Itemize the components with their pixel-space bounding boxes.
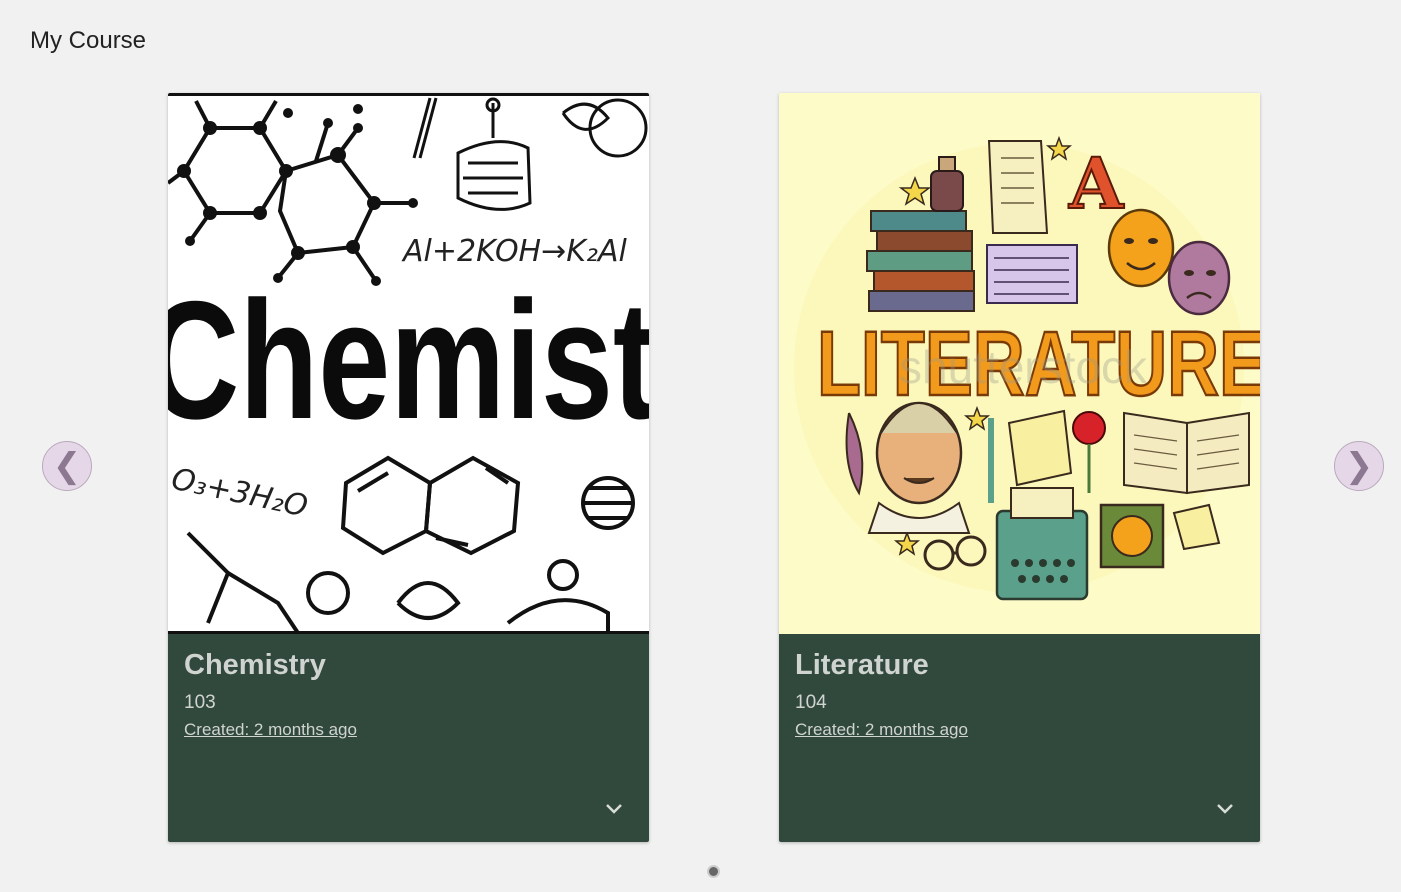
chevron-down-icon[interactable] (603, 802, 625, 816)
svg-text:A: A (1068, 142, 1125, 225)
chevron-right-icon: ❯ (1344, 446, 1374, 486)
course-created-link[interactable]: Created: 2 months ago (184, 720, 357, 740)
chevron-left-icon: ❮ (52, 446, 82, 486)
course-card-chemistry[interactable]: Al+2KOH→K₂Al Chemist O₃+3H₂O Chemistry 1… (168, 93, 649, 842)
carousel-page-indicator[interactable] (707, 865, 720, 878)
svg-text:Al+2KOH→K₂Al: Al+2KOH→K₂Al (401, 234, 627, 269)
course-card-literature[interactable]: A LITERATURE shutterstock Literature 104… (779, 93, 1260, 842)
course-created-link[interactable]: Created: 2 months ago (795, 720, 968, 740)
course-card-body: Chemistry 103 Created: 2 months ago (168, 634, 649, 842)
course-number: 104 (795, 691, 827, 713)
carousel-prev-button[interactable]: ❮ (42, 441, 92, 491)
course-card-body: Literature 104 Created: 2 months ago (779, 634, 1260, 842)
course-title: Chemistry (184, 649, 326, 681)
svg-text:Chemist: Chemist (168, 266, 649, 454)
course-number: 103 (184, 691, 216, 713)
course-image-literature: A LITERATURE shutterstock (779, 93, 1260, 634)
course-image-chemistry: Al+2KOH→K₂Al Chemist O₃+3H₂O (168, 93, 649, 634)
course-title: Literature (795, 649, 929, 681)
chevron-down-icon[interactable] (1214, 802, 1236, 816)
svg-text:shutterstock: shutterstock (899, 341, 1148, 393)
carousel-next-button[interactable]: ❯ (1334, 441, 1384, 491)
course-carousel: ❮ Al+2KOH→K₂Al Chemist O₃+3H₂O Chemistry… (0, 0, 1401, 892)
